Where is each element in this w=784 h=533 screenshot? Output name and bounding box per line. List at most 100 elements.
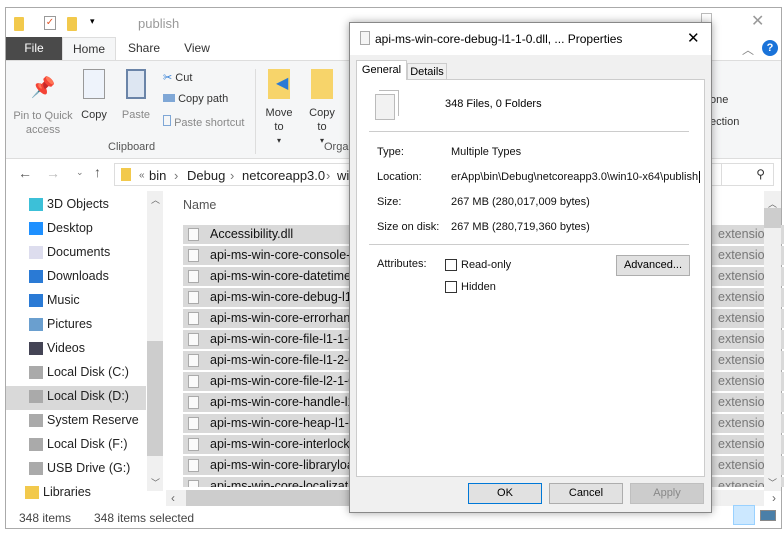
customize-quick-access-icon[interactable]: ▾ [90,16,95,27]
status-item-count: 348 items [19,511,72,525]
file-name: api-ms-win-core-localization [210,479,365,487]
organize-group-label: Orga [324,141,349,153]
nav-scroll-thumb[interactable] [147,341,163,456]
new-folder-quick-icon[interactable] [67,17,77,31]
help-icon[interactable]: ? [762,40,778,56]
dll-file-icon [188,438,199,451]
forward-icon[interactable]: → [46,165,60,181]
dll-file-icon [188,333,199,346]
back-icon[interactable]: ← [18,165,32,181]
details-view-icon[interactable] [733,505,755,525]
dll-file-icon [188,480,199,487]
nav-item[interactable]: Downloads [29,269,109,283]
paste-button[interactable]: Paste [118,69,154,122]
nav-item[interactable]: Local Disk (D:) [29,389,129,403]
nav-item-icon [29,318,43,331]
file-icon [360,31,370,45]
nav-item-label: System Reserve [47,413,139,427]
invert-selection-button[interactable]: ection [710,116,739,128]
nav-item[interactable]: 3D Objects [29,197,109,211]
copy-to-icon [311,69,333,99]
large-icons-view-icon[interactable] [760,510,776,521]
nav-item[interactable]: Libraries [25,485,91,499]
folder-icon [121,168,131,181]
nav-scrollbar[interactable]: ︿ ﹀ [147,191,163,491]
ok-button[interactable]: OK [468,483,542,504]
tab-file[interactable]: File [6,37,62,60]
nav-item[interactable]: Videos [29,341,85,355]
tab-view[interactable]: View [174,37,220,60]
nav-item-label: Downloads [47,269,109,283]
dll-file-icon [188,354,199,367]
tab-details[interactable]: Details [407,63,447,80]
copy-button[interactable]: Copy [76,69,112,122]
breadcrumb-debug[interactable]: Debug [187,168,225,183]
read-only-checkbox[interactable] [445,259,457,271]
nav-item[interactable]: Desktop [29,221,93,235]
nav-item[interactable]: Pictures [29,317,92,331]
recent-locations-icon[interactable]: ⌄ [76,167,84,178]
dll-file-icon [188,396,199,409]
nav-item-label: Music [47,293,80,307]
nav-item-label: Libraries [43,485,91,499]
copy-path-button[interactable]: Copy path [163,93,228,105]
nav-item-icon [29,246,43,259]
tab-share[interactable]: Share [121,37,167,60]
nav-item-icon [25,486,39,499]
cut-button[interactable]: ✂ Cut [163,71,192,84]
clipboard-group-label: Clipboard [108,141,156,153]
nav-item-label: 3D Objects [47,197,109,211]
file-name: api-ms-win-core-datetime- [210,269,356,283]
apply-button[interactable]: Apply [630,483,704,504]
nav-item[interactable]: USB Drive (G:) [29,461,130,475]
search-icon[interactable]: ⚲ [721,163,774,186]
tab-general[interactable]: General [356,60,407,80]
nav-item[interactable]: Music [29,293,80,307]
size-label: Size: [377,196,402,208]
nav-item-icon [29,270,43,283]
location-value[interactable]: erApp\bin\Debug\netcoreapp3.0\win10-x64\… [451,171,701,183]
divider [255,69,256,154]
collapse-ribbon-icon[interactable]: ︿ [742,41,754,58]
scissors-icon: ✂ [163,72,173,84]
read-only-label[interactable]: Read-only [461,259,511,271]
dll-file-icon [188,228,199,241]
file-name: api-ms-win-core-console-l1 [210,248,361,262]
file-name: api-ms-win-core-errorhand [210,311,358,325]
pin-icon: 📌 [30,77,56,99]
hidden-label[interactable]: Hidden [461,281,496,293]
dll-file-icon [188,459,199,472]
nav-item-icon [29,222,43,235]
file-list-scrollbar[interactable]: ︿ ﹀ [764,191,781,491]
location-label: Location: [377,171,422,183]
breadcrumb-bin[interactable]: bin [149,168,166,183]
close-dialog-icon[interactable]: ✕ [687,29,700,47]
cancel-button[interactable]: Cancel [549,483,623,504]
dll-file-icon [188,312,199,325]
copy-to-button[interactable]: Copy to ▾ [305,69,339,148]
move-to-button[interactable]: ◀ Move to ▾ [262,69,296,148]
paste-shortcut-button[interactable]: Paste shortcut [163,115,244,129]
close-window-icon[interactable]: ✕ [751,11,764,31]
properties-quick-icon[interactable]: ✓ [44,16,56,30]
column-header-name[interactable]: Name [183,198,216,212]
file-list-scroll-thumb[interactable] [764,208,781,228]
breadcrumb-overflow[interactable]: « [139,170,145,181]
type-label: Type: [377,146,404,158]
divider [369,244,689,245]
breadcrumb-netcoreapp[interactable]: netcoreapp3.0 [242,168,325,183]
file-name: api-ms-win-core-heap-l1-1 [210,416,356,430]
nav-item[interactable]: Local Disk (F:) [29,437,128,451]
tab-home[interactable]: Home [62,37,116,60]
nav-item[interactable]: Documents [29,245,111,259]
select-none-button[interactable]: one [710,94,728,106]
up-icon[interactable]: ↑ [94,164,101,180]
advanced-button[interactable]: Advanced... [616,255,690,276]
size-on-disk-label: Size on disk: [377,221,440,233]
nav-item-label: Documents [47,245,111,259]
hidden-checkbox[interactable] [445,281,457,293]
file-name: api-ms-win-core-libraryload [210,458,361,472]
pin-quick-access-button[interactable]: 📌 Pin to Quick access [10,77,76,137]
nav-item[interactable]: System Reserve [29,413,139,427]
nav-item[interactable]: Local Disk (C:) [29,365,129,379]
